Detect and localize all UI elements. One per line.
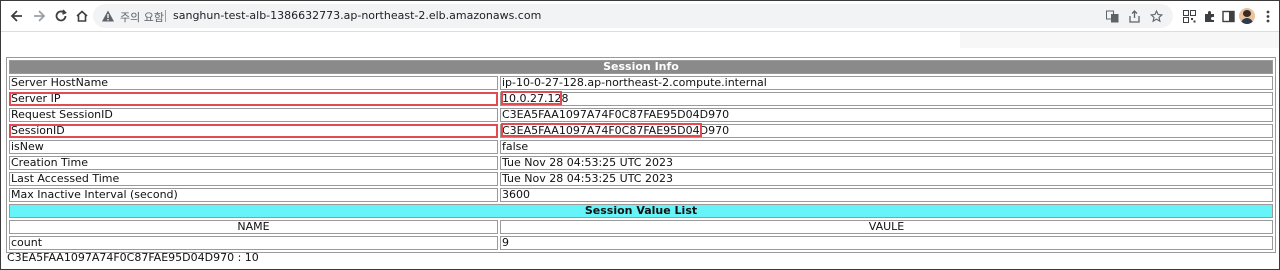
table-row: Last Accessed Time Tue Nov 28 04:53:25 U… [9,172,1273,186]
share-icon[interactable] [1127,9,1141,23]
profile-avatar[interactable] [1239,8,1255,24]
forward-button[interactable] [29,6,49,26]
row-value-cell: 10.0.27.128 [500,91,1273,106]
table-row: isNew false [9,140,1273,154]
table-row: Max Inactive Interval (second) 3600 [9,188,1273,202]
table-row: Server HostName ip-10-0-27-128.ap-northe… [9,76,1273,90]
table-row-highlighted: SessionID C3EA5FAA1097A74F0C87FAE95D04D9… [9,123,1273,138]
forward-arrow-icon [34,10,46,22]
session-info-title: Session Info [9,60,1273,74]
session-value-list-title: Session Value List [9,204,1273,218]
side-panel-icon[interactable] [1220,8,1236,24]
row-label: Creation Time [9,156,498,170]
page-top-band [960,32,1279,48]
home-button[interactable] [72,6,92,26]
security-warning-text[interactable]: 주의 요함 [120,9,164,25]
url-text[interactable]: sanghun-test-alb-1386632773.ap-northeast… [173,9,541,22]
row-label-highlighted: SessionID [9,124,498,138]
column-header-row: NAME VAULE [9,220,1273,234]
session-table: Session Info Server HostName ip-10-0-27-… [6,57,1276,253]
back-button[interactable] [7,6,27,26]
session-info-header-row: Session Info [9,60,1273,74]
row-label: Server HostName [9,76,498,90]
row-label-highlighted: Server IP [9,92,498,106]
translate-icon[interactable] [1105,9,1119,23]
warning-icon[interactable] [101,9,115,23]
row-value: Tue Nov 28 04:53:25 UTC 2023 [500,156,1273,170]
value-value: 9 [500,236,1273,250]
table-row: count 9 [9,236,1273,250]
row-value: Tue Nov 28 04:53:25 UTC 2023 [500,172,1273,186]
row-value: C3EA5FAA1097A74F0C87FAE95D04D970 [500,108,1273,122]
table-row: Creation Time Tue Nov 28 04:53:25 UTC 20… [9,156,1273,170]
address-bar[interactable]: 주의 요함 sanghun-test-alb-1386632773.ap-nor… [93,4,1173,28]
browser-toolbar: 주의 요함 sanghun-test-alb-1386632773.ap-nor… [1,1,1279,32]
row-value-highlighted: C3EA5FAA1097A74F0C87FAE95D04D970 [501,123,729,137]
row-label: isNew [9,140,498,154]
row-value-cell: C3EA5FAA1097A74F0C87FAE95D04D970 [500,123,1273,138]
bookmark-star-icon[interactable] [1149,9,1163,23]
column-header-name: NAME [9,220,498,234]
row-value: ip-10-0-27-128.ap-northeast-2.compute.in… [500,76,1273,90]
row-label: Request SessionID [9,108,498,122]
row-label: Last Accessed Time [9,172,498,186]
table-row-highlighted: Server IP 10.0.27.128 [9,91,1273,106]
reload-icon [55,9,67,22]
row-label: Max Inactive Interval (second) [9,188,498,202]
home-icon [76,10,88,22]
reload-button[interactable] [51,6,71,26]
table-row: Request SessionID C3EA5FAA1097A74F0C87FA… [9,108,1273,122]
session-value-list-header-row: Session Value List [9,204,1273,218]
value-name: count [9,236,498,250]
highlight-box [501,123,702,137]
extensions-puzzle-icon[interactable] [1201,8,1217,24]
row-value: 3600 [500,188,1273,202]
row-value-highlighted: 10.0.27.128 [501,91,568,105]
column-header-value: VAULE [500,220,1273,234]
back-arrow-icon [10,10,22,22]
address-divider [165,10,166,22]
menu-kebab-icon[interactable] [1260,8,1276,24]
footer-text: C3EA5FAA1097A74F0C87FAE95D04D970 : 10 [7,251,259,264]
highlight-box [501,91,562,105]
row-value: false [500,140,1273,154]
qr-code-icon[interactable] [1181,8,1197,24]
